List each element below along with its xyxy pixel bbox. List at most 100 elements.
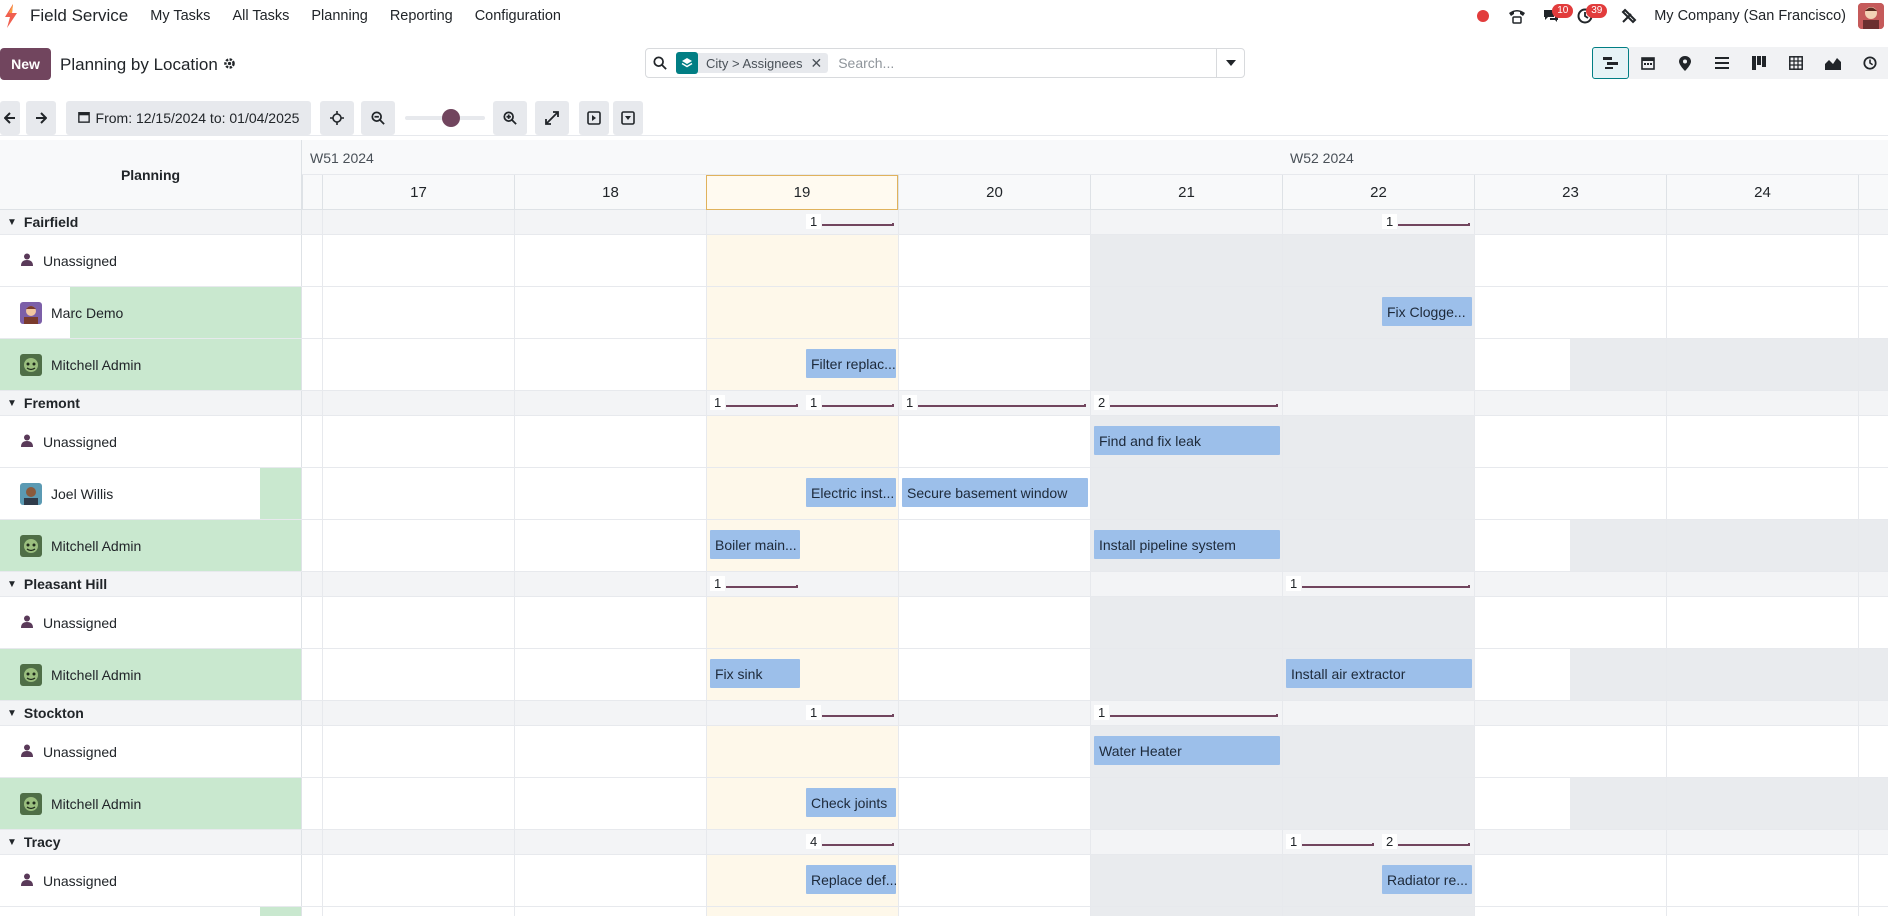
activity-view-icon[interactable] bbox=[1851, 47, 1888, 79]
new-button[interactable]: New bbox=[0, 48, 51, 80]
aggregate-indicator[interactable]: 1 bbox=[1094, 702, 1278, 724]
aggregate-indicator[interactable]: 2 bbox=[1382, 831, 1470, 853]
aggregate-indicator[interactable]: 1 bbox=[1286, 831, 1374, 853]
aggregate-indicator[interactable]: 1 bbox=[902, 392, 1086, 414]
zoom-out-icon[interactable] bbox=[361, 101, 395, 135]
gear-icon[interactable] bbox=[223, 55, 236, 75]
row-header[interactable]: Mitchell Admin bbox=[0, 520, 302, 571]
gantt-view-icon[interactable] bbox=[1592, 47, 1629, 79]
row-header[interactable]: Marc Demo bbox=[0, 287, 302, 338]
task-pill[interactable]: Filter replac... bbox=[806, 349, 896, 378]
user-avatar[interactable] bbox=[1858, 2, 1884, 29]
task-pill[interactable]: Radiator re... bbox=[1382, 865, 1472, 894]
task-pill[interactable]: Fix Clogge... bbox=[1382, 297, 1472, 326]
gantt-row[interactable]: Marc Demo Fix Clogge... bbox=[0, 287, 1888, 339]
caret-down-icon[interactable]: ▼ bbox=[7, 398, 17, 409]
gantt-group-row[interactable]: ▼ Tracy 4 1 2 bbox=[0, 830, 1888, 855]
row-header[interactable]: ▼ Stockton bbox=[0, 701, 302, 725]
company-switcher[interactable]: My Company (San Francisco) bbox=[1654, 8, 1846, 24]
phone-icon[interactable] bbox=[1504, 3, 1530, 29]
status-dot-icon[interactable] bbox=[1470, 3, 1496, 29]
aggregate-indicator[interactable]: 4 bbox=[806, 831, 894, 853]
search-options-toggle[interactable] bbox=[1216, 49, 1244, 77]
gantt-row[interactable]: Mitchell Admin Check joints bbox=[0, 778, 1888, 830]
messages-icon[interactable]: 10 bbox=[1538, 3, 1574, 29]
tools-icon[interactable] bbox=[1616, 3, 1642, 29]
row-header[interactable]: ▼ Pleasant Hill bbox=[0, 572, 302, 596]
menu-configuration[interactable]: Configuration bbox=[475, 8, 561, 24]
caret-down-icon[interactable]: ▼ bbox=[7, 217, 17, 228]
collapse-rows-icon[interactable] bbox=[613, 101, 643, 135]
task-pill[interactable]: Electric inst... bbox=[806, 478, 896, 507]
gantt-group-row[interactable]: ▼ Fairfield 1 1 bbox=[0, 210, 1888, 235]
calendar-view-icon[interactable] bbox=[1629, 47, 1666, 79]
gantt-group-row[interactable]: ▼ Stockton 1 1 bbox=[0, 701, 1888, 726]
map-view-icon[interactable] bbox=[1666, 47, 1703, 79]
aggregate-indicator[interactable]: 2 bbox=[1094, 392, 1278, 414]
next-arrow-icon[interactable] bbox=[26, 101, 56, 135]
task-pill[interactable]: Water Heater bbox=[1094, 736, 1280, 765]
caret-down-icon[interactable]: ▼ bbox=[7, 837, 17, 848]
menu-planning[interactable]: Planning bbox=[311, 8, 367, 24]
activities-clock-icon[interactable]: 39 bbox=[1572, 3, 1608, 29]
menu-my-tasks[interactable]: My Tasks bbox=[150, 8, 210, 24]
gantt-row[interactable]: Joel WillisBathroom t...Fix sink bbox=[0, 907, 1888, 916]
gantt-group-row[interactable]: ▼ Fremont 1 1 1 2 bbox=[0, 391, 1888, 416]
aggregate-indicator[interactable]: 1 bbox=[806, 392, 894, 414]
row-header[interactable]: Unassigned bbox=[0, 235, 302, 286]
search-input[interactable] bbox=[836, 54, 1177, 72]
zoom-in-icon[interactable] bbox=[493, 101, 527, 135]
row-header[interactable]: Mitchell Admin bbox=[0, 778, 302, 829]
aggregate-indicator[interactable]: 1 bbox=[806, 211, 894, 233]
gantt-row[interactable]: Mitchell Admin Fix sink Install air extrac… bbox=[0, 649, 1888, 701]
app-name[interactable]: Field Service bbox=[30, 6, 128, 26]
list-view-icon[interactable] bbox=[1703, 47, 1740, 79]
aggregate-indicator[interactable]: 1 bbox=[1286, 573, 1470, 595]
previous-arrow-icon[interactable] bbox=[0, 101, 20, 135]
task-pill[interactable]: Install air extractor bbox=[1286, 659, 1472, 688]
row-header[interactable]: ▼ Fairfield bbox=[0, 210, 302, 234]
gantt-row[interactable]: Mitchell Admin Filter replac... bbox=[0, 339, 1888, 391]
groupby-facet[interactable]: City > Assignees ✕ bbox=[676, 52, 829, 74]
focus-today-icon[interactable] bbox=[320, 101, 354, 135]
gantt-row[interactable]: Mitchell Admin Boiler main... Install pipe… bbox=[0, 520, 1888, 572]
task-pill[interactable]: Replace def... bbox=[806, 865, 896, 894]
aggregate-indicator[interactable]: 1 bbox=[806, 702, 894, 724]
gantt-row[interactable]: Unassigned bbox=[0, 235, 1888, 287]
row-header[interactable]: ▼ Tracy bbox=[0, 830, 302, 854]
row-header[interactable]: Mitchell Admin bbox=[0, 339, 302, 390]
aggregate-indicator[interactable]: 1 bbox=[710, 573, 798, 595]
row-header[interactable]: Unassigned bbox=[0, 416, 302, 467]
task-pill[interactable]: Secure basement window bbox=[902, 478, 1088, 507]
task-pill[interactable]: Boiler main... bbox=[710, 530, 800, 559]
row-header[interactable]: Joel Willis bbox=[0, 468, 302, 519]
gantt-row[interactable]: Unassigned Water Heater bbox=[0, 726, 1888, 778]
aggregate-indicator[interactable]: 1 bbox=[1382, 211, 1470, 233]
aggregate-indicator[interactable]: 1 bbox=[710, 392, 798, 414]
graph-view-icon[interactable] bbox=[1814, 47, 1851, 79]
app-logo-icon[interactable] bbox=[0, 2, 22, 30]
pivot-view-icon[interactable] bbox=[1777, 47, 1814, 79]
task-pill[interactable]: Check joints bbox=[806, 788, 896, 817]
zoom-slider-handle[interactable] bbox=[442, 109, 460, 127]
task-pill[interactable]: Find and fix leak bbox=[1094, 426, 1280, 455]
row-header[interactable]: ▼ Fremont bbox=[0, 391, 302, 415]
gantt-row[interactable]: Unassigned bbox=[0, 597, 1888, 649]
row-header[interactable]: Unassigned bbox=[0, 726, 302, 777]
row-header[interactable]: Mitchell Admin bbox=[0, 649, 302, 700]
gantt-row[interactable]: Unassigned Replace def... Radiator re... bbox=[0, 855, 1888, 907]
facet-remove-icon[interactable]: ✕ bbox=[810, 55, 828, 72]
task-pill[interactable]: Install pipeline system bbox=[1094, 530, 1280, 559]
caret-down-icon[interactable]: ▼ bbox=[7, 708, 17, 719]
row-header[interactable]: Unassigned bbox=[0, 855, 302, 906]
kanban-view-icon[interactable] bbox=[1740, 47, 1777, 79]
menu-reporting[interactable]: Reporting bbox=[390, 8, 453, 24]
row-header[interactable]: Unassigned bbox=[0, 597, 302, 648]
gantt-group-row[interactable]: ▼ Pleasant Hill 1 1 bbox=[0, 572, 1888, 597]
menu-all-tasks[interactable]: All Tasks bbox=[232, 8, 289, 24]
gantt-row[interactable]: Joel Willis Electric inst... Secure baseme… bbox=[0, 468, 1888, 520]
date-range-picker[interactable]: From: 12/15/2024 to: 01/04/2025 bbox=[66, 101, 311, 135]
caret-down-icon[interactable]: ▼ bbox=[7, 579, 17, 590]
gantt-row[interactable]: Unassigned Find and fix leak bbox=[0, 416, 1888, 468]
row-header[interactable]: Joel Willis bbox=[0, 907, 302, 916]
